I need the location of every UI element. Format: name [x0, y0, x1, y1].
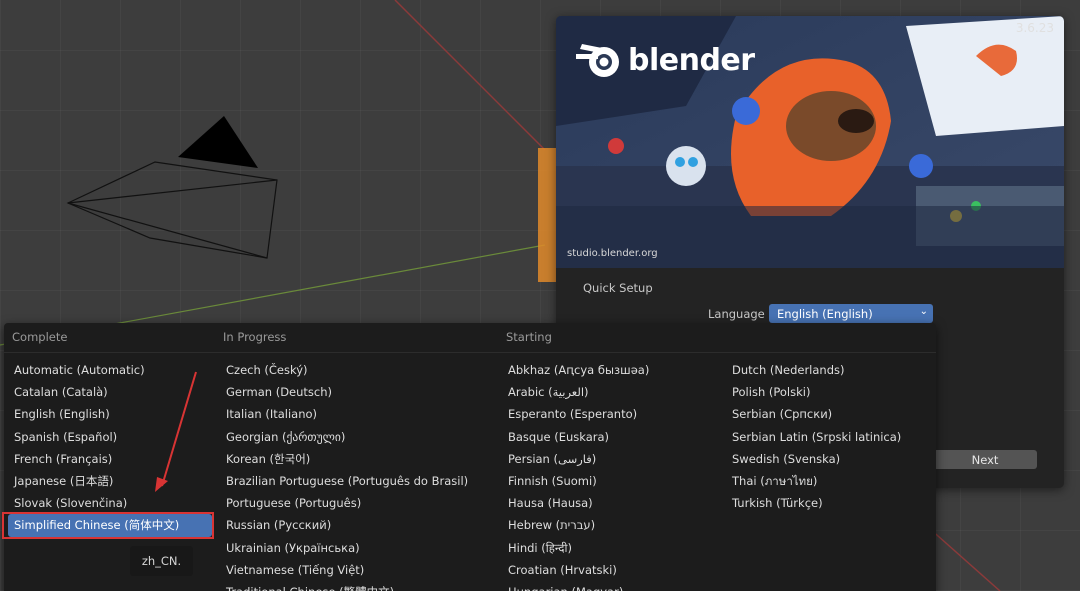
annotation-arrow-icon	[155, 371, 197, 492]
language-code-tooltip: zh_CN.	[130, 546, 193, 576]
blender-window: blender 3.6.23 studio.blender.org Quick …	[0, 0, 1080, 591]
